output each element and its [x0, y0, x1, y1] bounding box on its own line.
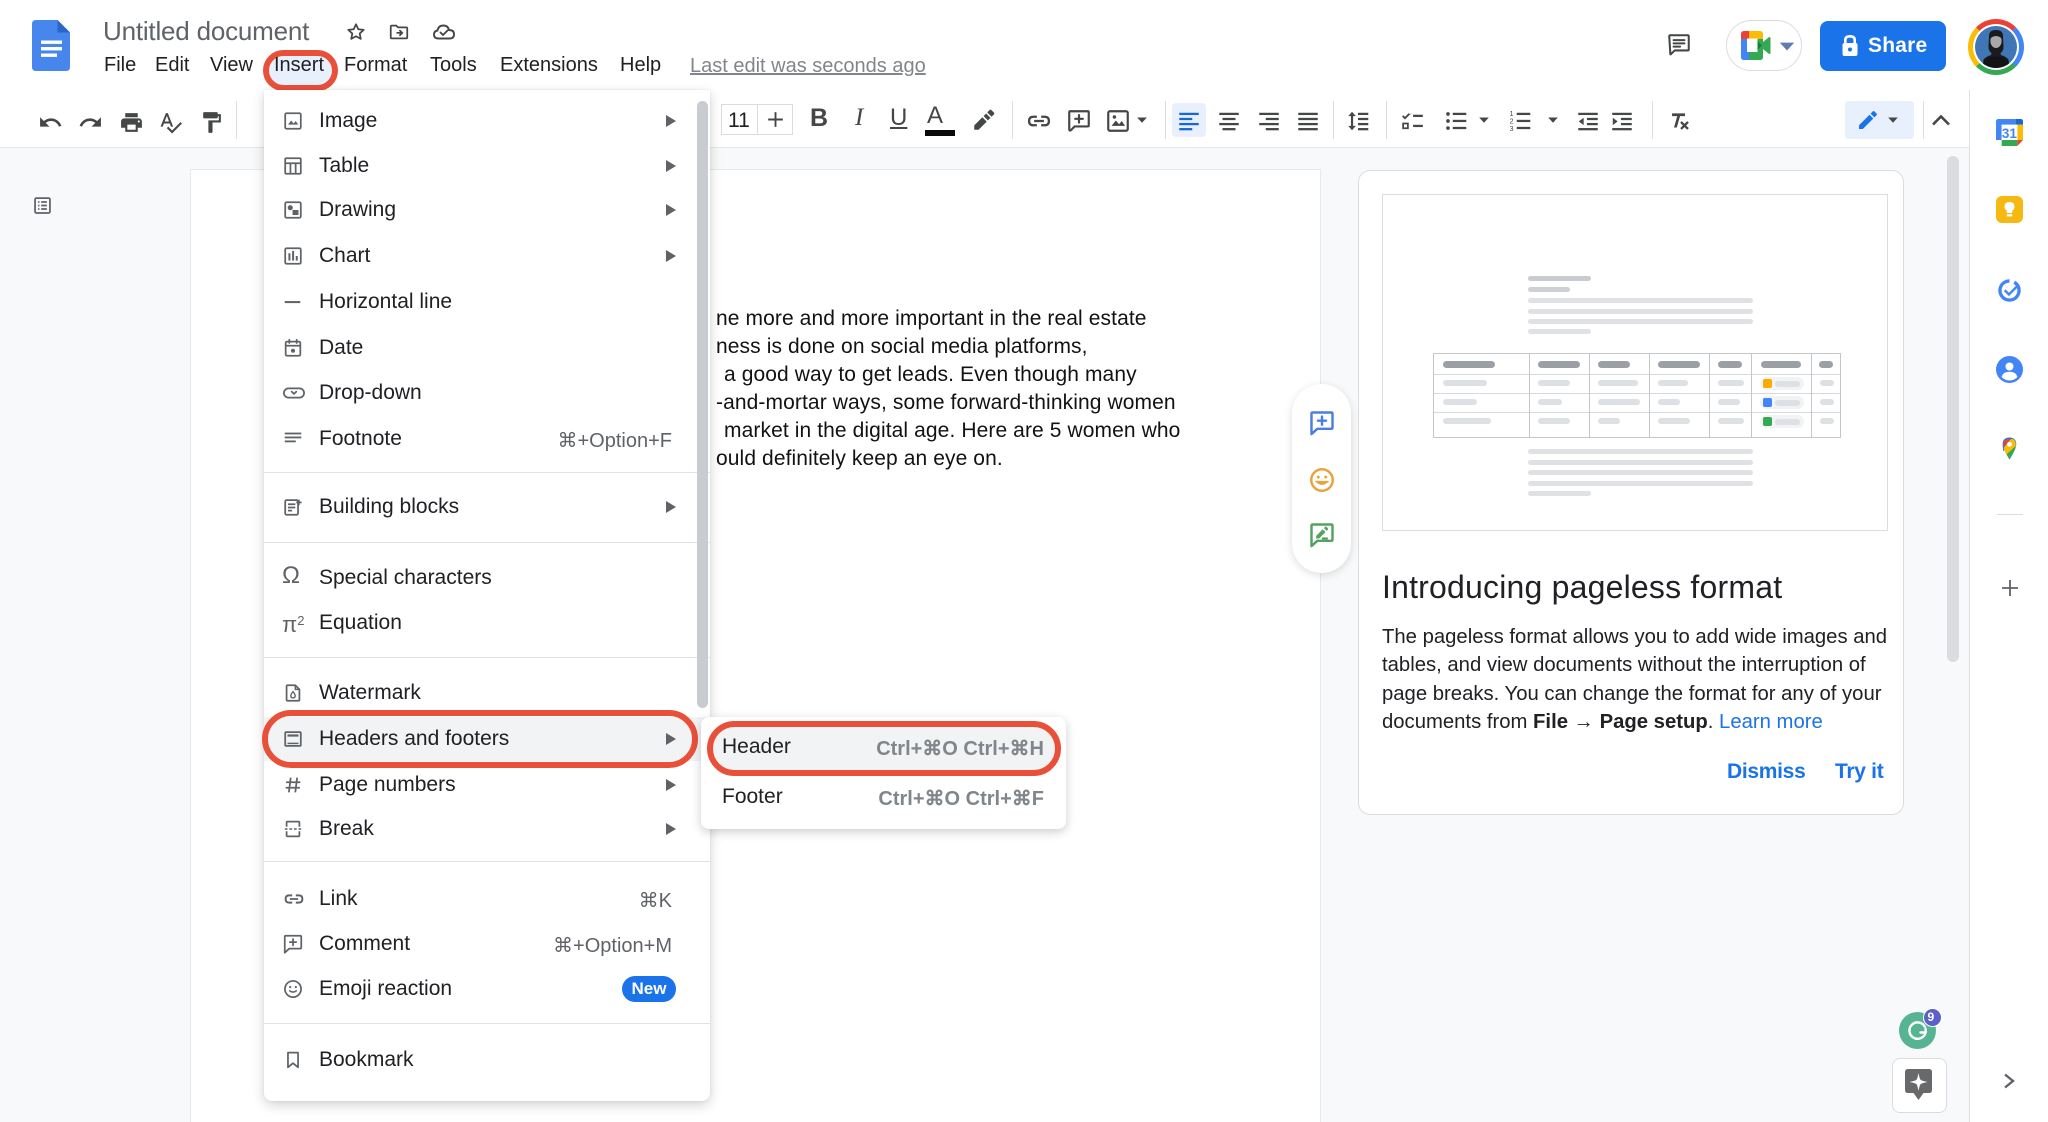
svg-text:1: 1 — [1510, 111, 1514, 118]
svg-text:3: 3 — [1510, 126, 1514, 133]
svg-text:31: 31 — [2002, 126, 2018, 141]
svg-text:2: 2 — [1510, 119, 1514, 126]
